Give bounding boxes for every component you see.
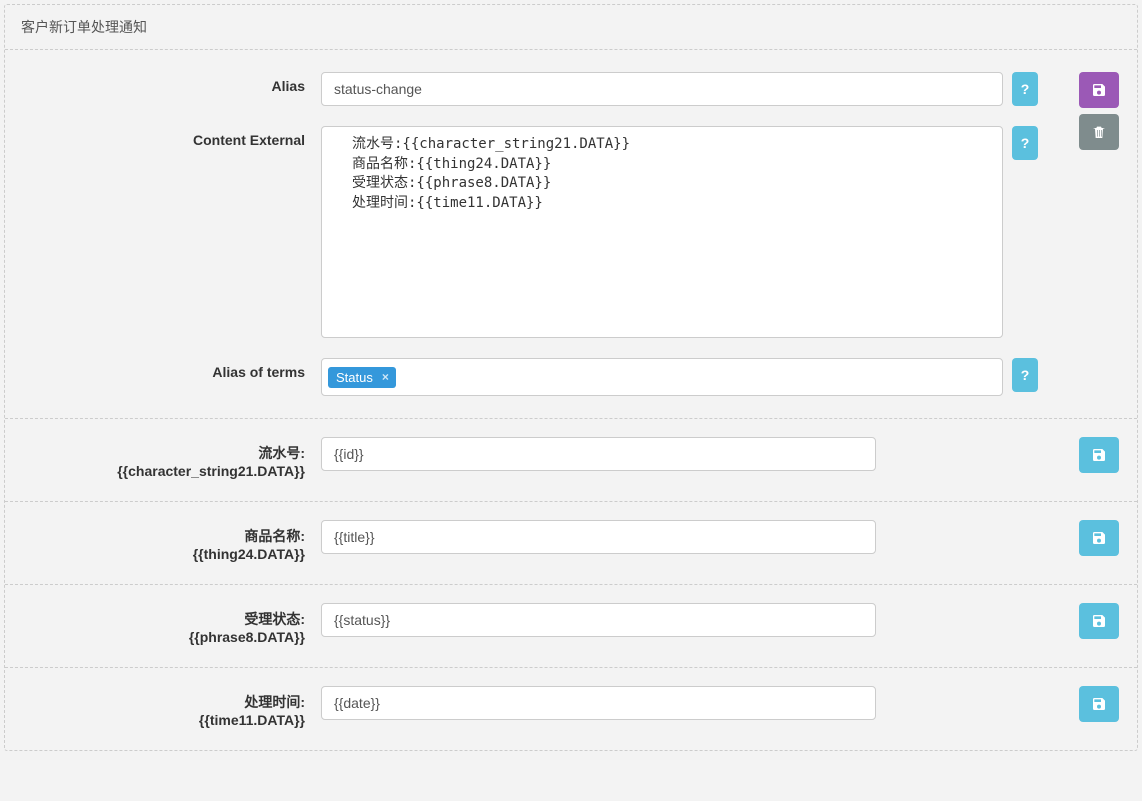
panel-body: Alias ? Content External 流水号:{{ch <box>5 50 1137 750</box>
tag-status[interactable]: Status × <box>328 367 396 388</box>
label-field-0: 流水号: {{character_string21.DATA}} <box>21 437 321 479</box>
alias-terms-tag-input[interactable]: Status × <box>321 358 1003 396</box>
input-col-field-2 <box>321 603 876 645</box>
label-field-1: 商品名称: {{thing24.DATA}} <box>21 520 321 562</box>
save-icon <box>1091 696 1107 712</box>
label-line1-2: 受理状态: <box>21 609 305 629</box>
label-line2-0: {{character_string21.DATA}} <box>21 463 305 479</box>
save-button-row-3[interactable] <box>1079 686 1119 722</box>
label-line1-1: 商品名称: <box>21 526 305 546</box>
form-row-field-3: 处理时间: {{time11.DATA}} <box>5 667 1137 750</box>
label-field-2: 受理状态: {{phrase8.DATA}} <box>21 603 321 645</box>
save-button-row-2[interactable] <box>1079 603 1119 639</box>
help-button-alias-terms[interactable]: ? <box>1012 358 1038 392</box>
save-button-row-0[interactable] <box>1079 437 1119 473</box>
input-col-field-0 <box>321 437 876 479</box>
save-button-main[interactable] <box>1079 72 1119 108</box>
input-col-content-external: 流水号:{{character_string21.DATA}} 商品名称:{{t… <box>321 126 1003 338</box>
label-line1-0: 流水号: <box>21 443 305 463</box>
form-row-field-2: 受理状态: {{phrase8.DATA}} <box>5 584 1137 667</box>
save-icon <box>1091 447 1107 463</box>
row-save-1 <box>1079 520 1119 556</box>
field-input-2[interactable] <box>321 603 876 637</box>
form-row-content-external: Content External 流水号:{{character_string2… <box>5 116 1137 348</box>
label-line2-2: {{phrase8.DATA}} <box>21 629 305 645</box>
save-icon <box>1091 613 1107 629</box>
input-col-alias-terms: Status × <box>321 358 1003 396</box>
input-col-field-3 <box>321 686 876 728</box>
tag-label: Status <box>336 370 373 385</box>
help-button-alias[interactable]: ? <box>1012 72 1038 106</box>
label-field-3: 处理时间: {{time11.DATA}} <box>21 686 321 728</box>
alias-input[interactable] <box>321 72 1003 106</box>
save-icon <box>1091 82 1107 98</box>
label-line1-3: 处理时间: <box>21 692 305 712</box>
save-button-row-1[interactable] <box>1079 520 1119 556</box>
input-col-field-1 <box>321 520 876 562</box>
row-save-0 <box>1079 437 1119 473</box>
field-input-0[interactable] <box>321 437 876 471</box>
panel: 客户新订单处理通知 Alias ? Content E <box>4 4 1138 751</box>
form-row-field-1: 商品名称: {{thing24.DATA}} <box>5 501 1137 584</box>
save-icon <box>1091 530 1107 546</box>
label-line2-3: {{time11.DATA}} <box>21 712 305 728</box>
label-content-external: Content External <box>21 126 321 338</box>
label-alias-terms: Alias of terms <box>21 358 321 396</box>
main-form-group: Alias ? Content External 流水号:{{ch <box>5 50 1137 418</box>
close-icon[interactable]: × <box>379 370 392 384</box>
row-save-3 <box>1079 686 1119 722</box>
panel-title: 客户新订单处理通知 <box>5 5 1137 50</box>
form-row-alias: Alias ? <box>5 50 1137 116</box>
form-row-alias-terms: Alias of terms Status × ? <box>5 348 1137 418</box>
row-save-2 <box>1079 603 1119 639</box>
field-input-1[interactable] <box>321 520 876 554</box>
form-row-field-0: 流水号: {{character_string21.DATA}} <box>5 418 1137 501</box>
input-col-alias <box>321 72 1003 106</box>
content-external-editor[interactable]: 流水号:{{character_string21.DATA}} 商品名称:{{t… <box>321 126 1003 338</box>
label-alias: Alias <box>21 72 321 106</box>
help-button-content-external[interactable]: ? <box>1012 126 1038 160</box>
label-line2-1: {{thing24.DATA}} <box>21 546 305 562</box>
field-input-3[interactable] <box>321 686 876 720</box>
